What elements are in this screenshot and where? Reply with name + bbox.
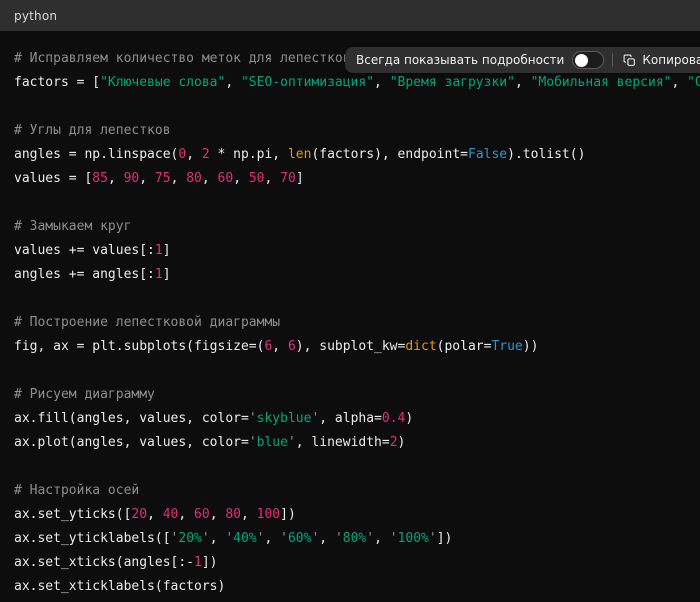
code-line — [14, 359, 700, 383]
code-line — [14, 287, 700, 311]
code-line: angles = np.linspace(0, 2 * np.pi, len(f… — [14, 143, 700, 167]
copy-code-button[interactable]: Копировать код — [621, 53, 700, 67]
code-line: angles += angles[:1] — [14, 263, 700, 287]
code-line: ax.fill(angles, values, color='skyblue',… — [14, 407, 700, 431]
code-line: ax.set_yticks([20, 40, 60, 80, 100]) — [14, 503, 700, 527]
code-line — [14, 191, 700, 215]
code-line — [14, 95, 700, 119]
code-line: # Углы для лепестков — [14, 119, 700, 143]
code-line: values = [85, 90, 75, 80, 60, 50, 70] — [14, 167, 700, 191]
code-line: values += values[:1] — [14, 239, 700, 263]
chat-code-screenshot: { "header": { "language_label": "python"… — [0, 0, 700, 602]
code-line: # Настройка осей — [14, 479, 700, 503]
code-line: ax.set_xticklabels(factors) — [14, 575, 700, 599]
toolbar-divider — [612, 53, 613, 67]
code-line: ax.plot(angles, values, color='blue', li… — [14, 431, 700, 455]
language-label: python — [14, 9, 57, 23]
code-line: ax.set_yticklabels(['20%', '40%', '60%',… — [14, 527, 700, 551]
always-show-details-toggle[interactable] — [572, 51, 604, 69]
copy-icon — [623, 54, 636, 67]
code-line — [14, 455, 700, 479]
code-line: ax.set_xticks(angles[:-1]) — [14, 551, 700, 575]
code-lines: # Исправляем количество меток для лепест… — [14, 47, 700, 599]
code-line: # Замыкаем круг — [14, 215, 700, 239]
code-toolbar: Всегда показывать подробности Копировать… — [345, 47, 700, 73]
copy-code-label: Копировать код — [642, 53, 700, 67]
code-line: # Рисуем диаграмму — [14, 383, 700, 407]
code-line: fig, ax = plt.subplots(figsize=(6, 6), s… — [14, 335, 700, 359]
code-line: # Построение лепестковой диаграммы — [14, 311, 700, 335]
toggle-knob — [575, 54, 588, 67]
code-block-header: python — [0, 0, 700, 31]
code-line: factors = ["Ключевые слова", "SEO-оптими… — [14, 71, 700, 95]
always-show-details-label: Всегда показывать подробности — [356, 53, 564, 67]
code-area: # Исправляем количество меток для лепест… — [0, 31, 700, 602]
